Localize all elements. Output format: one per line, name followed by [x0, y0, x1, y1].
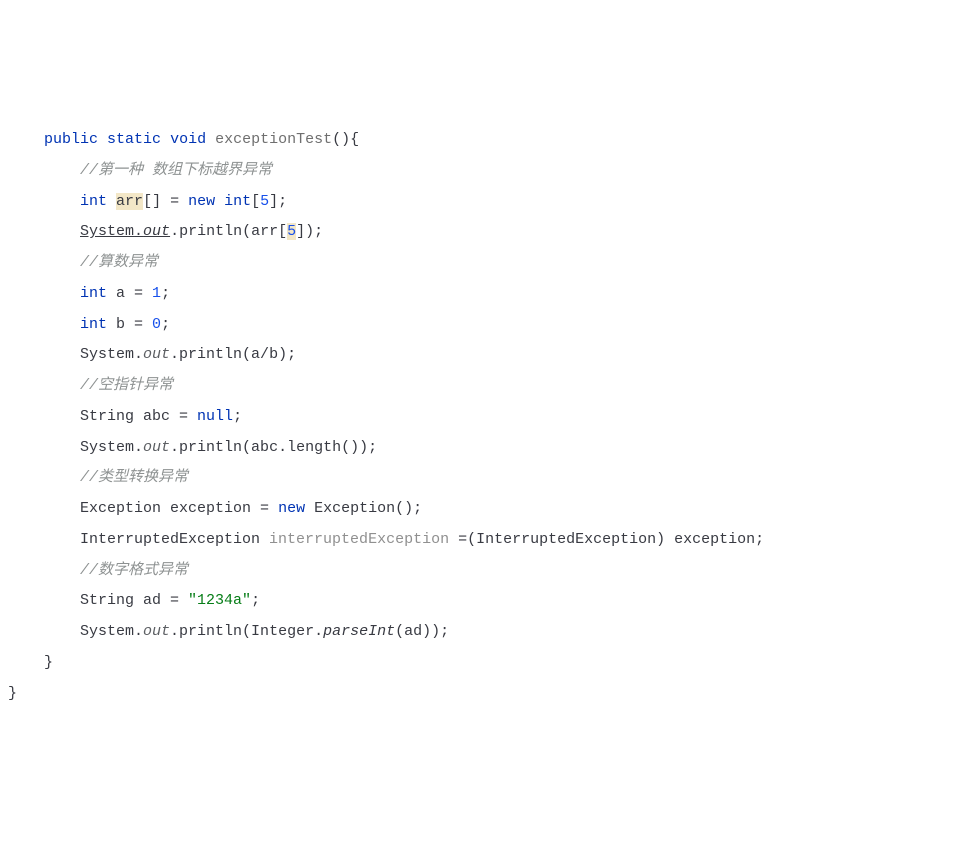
comment-1: //第一种 数组下标越界异常	[80, 162, 272, 179]
method-name: exceptionTest	[215, 131, 332, 148]
line-sig: public static void exceptionTest(){	[44, 131, 359, 148]
line-println-div: System.out.println(a/b);	[80, 346, 296, 363]
line-string-abc: String abc = null;	[80, 408, 242, 425]
kw-public: public	[44, 131, 98, 148]
line-int-a: int a = 1;	[80, 285, 170, 302]
line-int-b: int b = 0;	[80, 316, 170, 333]
line-arr-decl: int arr[] = new int[5];	[80, 193, 287, 210]
kw-int: int	[80, 193, 107, 210]
string-literal: "1234a"	[188, 592, 251, 609]
close-brace-method: }	[44, 654, 53, 671]
num-5: 5	[260, 193, 269, 210]
out-field: out	[143, 223, 170, 240]
line-exception: Exception exception = new Exception();	[80, 500, 422, 517]
line-interrupted: InterruptedException interruptedExceptio…	[80, 531, 764, 548]
close-brace-class: }	[8, 685, 17, 702]
num-1: 1	[152, 285, 161, 302]
var-unused: interruptedException	[269, 531, 449, 548]
type-int: int	[224, 193, 251, 210]
line-println-length: System.out.println(abc.length());	[80, 439, 377, 456]
comment-4: //类型转换异常	[80, 469, 188, 486]
parseint-method: parseInt	[323, 623, 395, 640]
parens: (){	[332, 131, 359, 148]
kw-null: null	[197, 408, 233, 425]
code-block: public static void exceptionTest(){ //第一…	[0, 125, 956, 709]
var-arr: arr	[116, 193, 143, 210]
system-class: System	[80, 223, 134, 240]
brackets: [] =	[143, 193, 188, 210]
index-5: 5	[287, 223, 296, 240]
comment-3: //空指针异常	[80, 377, 173, 394]
kw-static: static	[107, 131, 161, 148]
comment-2: //算数异常	[80, 254, 158, 271]
line-println-arr: System.out.println(arr[5]);	[80, 223, 323, 240]
kw-new: new	[188, 193, 215, 210]
line-println-parseint: System.out.println(Integer.parseInt(ad))…	[80, 623, 449, 640]
line-string-ad: String ad = "1234a";	[80, 592, 260, 609]
comment-5: //数字格式异常	[80, 562, 188, 579]
kw-void: void	[170, 131, 206, 148]
num-0: 0	[152, 316, 161, 333]
